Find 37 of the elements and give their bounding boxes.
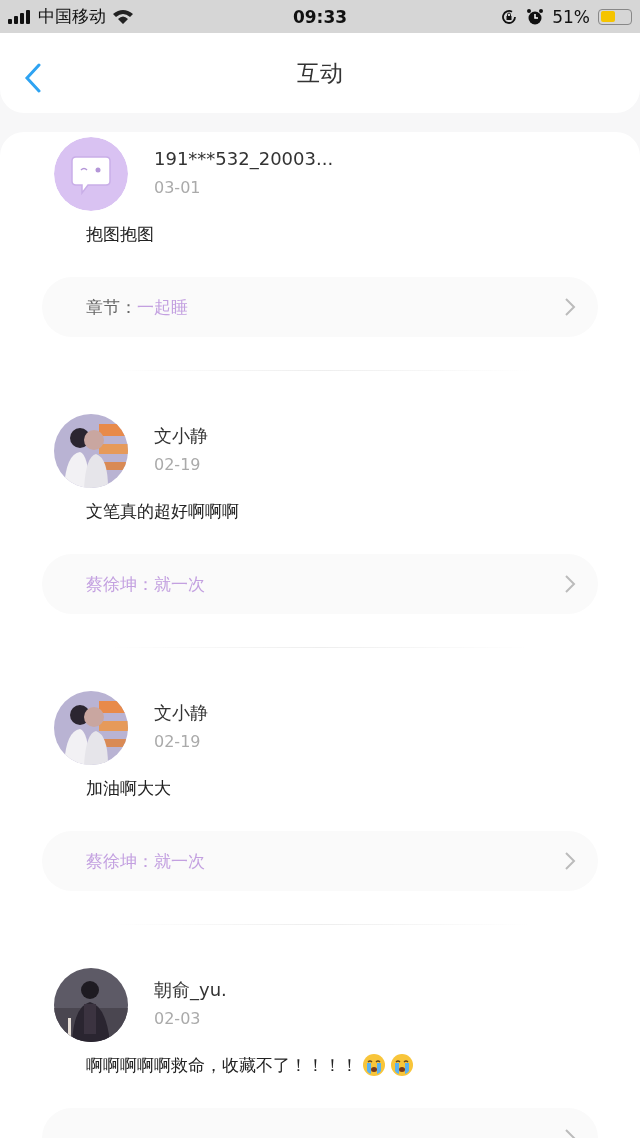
comment-date: 03-01	[154, 177, 202, 199]
reply-text: 就一次	[154, 849, 205, 873]
crying-face-icon	[362, 1053, 386, 1077]
chevron-right-icon	[564, 851, 576, 871]
back-icon[interactable]	[24, 63, 42, 93]
signal-icon	[8, 9, 32, 24]
comment-date: 02-19	[154, 454, 202, 476]
page-title: 互动	[297, 58, 343, 88]
battery-percent: 51%	[552, 6, 590, 27]
user-name: 191***532_20003...	[154, 147, 334, 171]
comment-date: 02-03	[154, 1008, 202, 1030]
rotation-lock-icon	[500, 7, 519, 26]
reply-text: 就一次	[154, 572, 205, 596]
comment-text: 文笔真的超好啊啊啊	[86, 500, 239, 523]
user-name: 朝俞_yu.	[154, 978, 227, 1002]
wifi-icon	[112, 8, 134, 25]
avatar-icon	[54, 137, 128, 211]
battery-icon	[598, 8, 632, 25]
comment-text: 抱图抱图	[86, 223, 154, 246]
crying-face-icon	[390, 1053, 414, 1077]
alarm-icon	[526, 7, 545, 26]
reply-label: 章节：	[86, 295, 137, 319]
reply-bar[interactable]: 章节：一起睡	[42, 277, 598, 337]
user-name: 文小静	[154, 701, 208, 725]
reply-bar[interactable]: 蔡徐坤：就一次	[42, 831, 598, 891]
reply-label: 蔡徐坤：	[86, 849, 154, 873]
chevron-right-icon	[564, 297, 576, 317]
comment-date: 02-19	[154, 731, 202, 753]
user-name: 文小静	[154, 424, 208, 448]
comment-text: 啊啊啊啊啊救命，收藏不了！！！！	[86, 1054, 358, 1077]
clock: 09:33	[291, 6, 349, 27]
carrier-name: 中国移动	[38, 5, 106, 28]
chevron-right-icon	[564, 574, 576, 594]
reply-bar[interactable]: 蔡徐坤：就一次	[42, 554, 598, 614]
reply-label: 蔡徐坤：	[86, 572, 154, 596]
reply-text: 一起睡	[137, 295, 188, 319]
comment-text: 加油啊大大	[86, 777, 171, 800]
